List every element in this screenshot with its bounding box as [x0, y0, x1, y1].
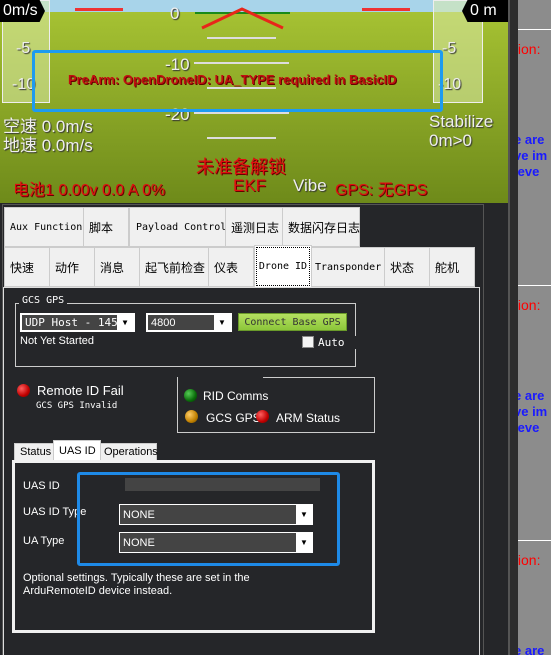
- gps-baud-value: 4800: [151, 316, 176, 329]
- divider: [518, 29, 551, 30]
- tab-telemetry-logs[interactable]: 遥测日志: [225, 207, 283, 247]
- pitch-line: [207, 137, 276, 139]
- vibe-status[interactable]: Vibe: [293, 176, 327, 196]
- arm-status-label: ARM Status: [276, 411, 341, 425]
- roll-marker-right: [362, 8, 410, 11]
- gps-port-select[interactable]: UDP Host - 14551 ▼: [20, 313, 135, 332]
- panel-text: tion:: [518, 552, 541, 568]
- panel-text: e are: [518, 388, 545, 403]
- tab-drone-id[interactable]: Drone ID: [254, 245, 312, 288]
- panel-text: leve: [518, 164, 540, 179]
- gcs-gps-title: GCS GPS: [19, 295, 68, 306]
- tab-messages[interactable]: 消息: [94, 247, 140, 287]
- flight-mode: Stabilize: [429, 112, 494, 131]
- rid-comms-led-icon: [184, 389, 197, 402]
- gps-status: GPS: 无GPS: [335, 182, 428, 199]
- rid-comms-label: RID Comms: [203, 389, 269, 403]
- panel-text: ve im: [518, 148, 548, 163]
- battery-status: 电池1 0.00v 0.0 A 0%: [13, 182, 166, 199]
- remote-id-led-icon: [17, 384, 30, 397]
- aircraft-symbol-icon: [201, 7, 284, 30]
- splitter[interactable]: [508, 0, 518, 655]
- highlight-box: [77, 472, 340, 566]
- gps-baud-select[interactable]: 4800 ▼: [146, 313, 232, 332]
- panel-text: tion:: [518, 41, 541, 57]
- tab-status[interactable]: 状态: [384, 247, 430, 287]
- panel-text-block: e are ve im leve: [518, 132, 547, 180]
- subtab-status[interactable]: Status: [14, 443, 54, 461]
- tab-payload-control[interactable]: Payload Control: [129, 207, 226, 247]
- uas-id-label: UAS ID: [23, 480, 60, 492]
- ekf-status[interactable]: EKF: [233, 176, 266, 196]
- gps-status-text: Not Yet Started: [20, 335, 94, 347]
- speed-tick: -5: [16, 40, 31, 57]
- tab-gauges[interactable]: 仪表: [208, 247, 254, 287]
- panel-text: e are: [518, 643, 545, 655]
- gcs-gps-label: GCS GPS: [206, 411, 261, 425]
- gps-port-value: UDP Host - 14551: [25, 316, 131, 329]
- hud: 0 -10 -20 -5 -10 0m/s -5 -10 0 m PreArm:…: [0, 0, 508, 203]
- group-border: [263, 377, 375, 378]
- right-panel: tion: e are ve im leve tion: e are ve im…: [518, 0, 551, 655]
- remote-id-status: Remote ID Fail: [37, 383, 124, 398]
- divider: [518, 285, 551, 286]
- tab-preflight[interactable]: 起飞前检查: [139, 247, 209, 287]
- panel-text: ve im: [518, 404, 548, 419]
- speed-readout: 0m/s: [0, 0, 45, 22]
- tab-transponder[interactable]: Transponder: [311, 247, 385, 287]
- tab-script[interactable]: 脚本: [83, 207, 129, 247]
- alt-tick: -5: [442, 40, 457, 57]
- pitch-line: [194, 112, 289, 114]
- gcs-gps-led-icon: [185, 410, 198, 423]
- groundspeed: 地速 0.0m/s: [3, 136, 93, 155]
- arm-status-led-icon: [256, 410, 269, 423]
- panel-text: leve: [518, 420, 540, 435]
- roll-marker-left: [75, 8, 123, 11]
- auto-checkbox[interactable]: [302, 336, 314, 348]
- subtab-uas-id[interactable]: UAS ID: [53, 440, 101, 461]
- auto-label: Auto: [318, 336, 361, 349]
- subtab-operations[interactable]: Operations: [100, 443, 158, 461]
- tab-aux-function[interactable]: Aux Function: [4, 207, 84, 247]
- remote-id-substatus: GCS GPS Invalid: [36, 401, 118, 411]
- connect-base-gps-button[interactable]: Connect Base GPS: [238, 313, 347, 331]
- altitude-readout: 0 m: [462, 0, 508, 22]
- panel-text: tion:: [518, 297, 541, 313]
- divider: [518, 540, 551, 541]
- pitch-label: 0: [170, 4, 180, 23]
- pitch-line: [207, 37, 276, 39]
- panel-text: e are: [518, 132, 545, 147]
- tab-actions[interactable]: 动作: [49, 247, 95, 287]
- uas-note: Optional settings. Typically these are s…: [23, 572, 250, 597]
- tab-dataflash-logs[interactable]: 数据闪存日志: [282, 207, 360, 247]
- chevron-down-icon: ▼: [117, 315, 133, 330]
- ua-type-label: UA Type: [23, 535, 65, 547]
- tab-servo[interactable]: 舵机: [429, 247, 475, 287]
- waypoint-distance: 0m>0: [429, 131, 472, 150]
- prearm-message: PreArm: OpenDroneID: UA_TYPE required in…: [68, 72, 397, 87]
- panel-text-block: e are ve im leve: [518, 388, 547, 436]
- chevron-down-icon: ▼: [214, 315, 230, 330]
- tab-quick[interactable]: 快速: [4, 247, 50, 287]
